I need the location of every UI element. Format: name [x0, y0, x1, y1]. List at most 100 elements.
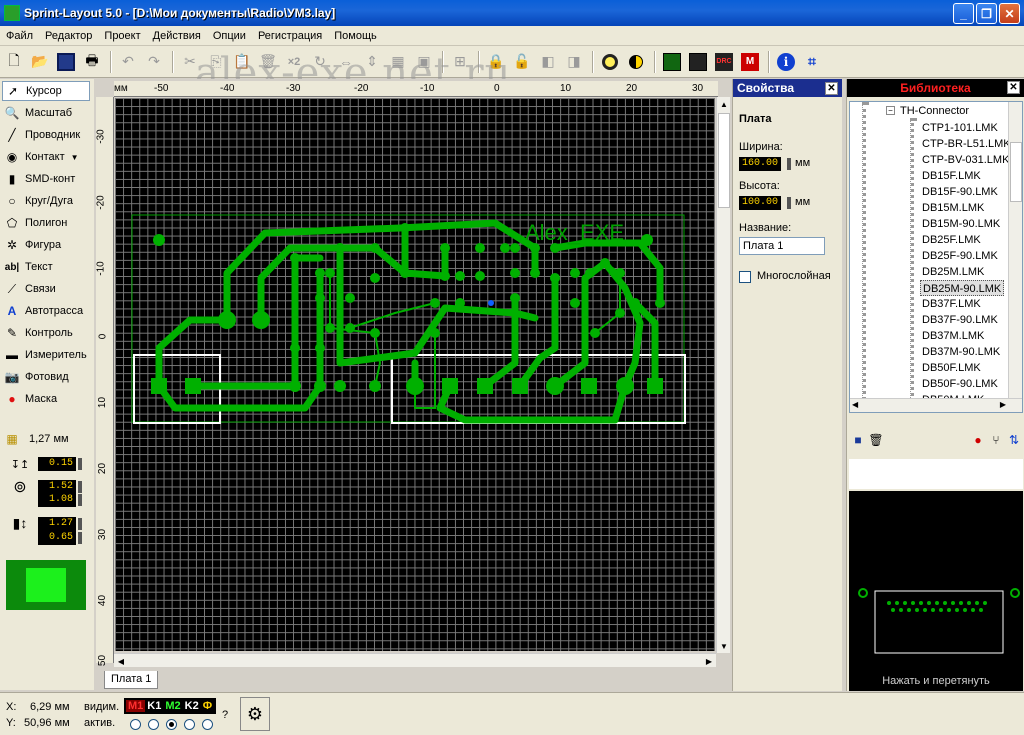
tree-vertical-scrollbar[interactable]: [1008, 102, 1022, 398]
active-layer-m2-radio[interactable]: [166, 719, 177, 730]
refresh-icon[interactable]: ⇅: [1005, 431, 1023, 449]
component-preview[interactable]: Нажать и перетянуть: [849, 491, 1023, 691]
close-button[interactable]: ✕: [999, 3, 1020, 24]
maximize-button[interactable]: ❐: [976, 3, 997, 24]
list-item[interactable]: DB37M.LMK: [920, 328, 986, 344]
close-icon[interactable]: ✕: [1007, 81, 1020, 94]
print-icon[interactable]: 🖶: [80, 50, 104, 74]
open-folder-icon[interactable]: 📂: [28, 50, 52, 74]
list-item[interactable]: DB15F.LMK: [920, 168, 983, 184]
menu-registration[interactable]: Регистрация: [252, 30, 328, 42]
trash-icon[interactable]: 🗑: [867, 431, 885, 449]
tab-board-1[interactable]: Плата 1: [104, 671, 159, 689]
info-icon[interactable]: i: [774, 50, 798, 74]
minimize-button[interactable]: _: [953, 3, 974, 24]
tool-text[interactable]: ab| Текст: [2, 257, 90, 277]
autoroute-tool-icon[interactable]: [660, 50, 684, 74]
list-item[interactable]: DB15M.LMK: [920, 200, 986, 216]
macro-icon[interactable]: M: [738, 50, 762, 74]
scroll-down-icon[interactable]: ▼: [717, 639, 731, 653]
layer-k1-toggle[interactable]: K1: [145, 700, 163, 712]
mirror-v-icon[interactable]: ⇕: [360, 50, 384, 74]
scroll-left-icon[interactable]: ◀: [114, 654, 128, 668]
test-icon[interactable]: [686, 50, 710, 74]
branch-icon[interactable]: ⑂: [987, 431, 1005, 449]
smd-width-value[interactable]: 1.27: [38, 516, 76, 531]
view-icon[interactable]: [624, 50, 648, 74]
vertical-scrollbar[interactable]: ▲ ▼: [716, 97, 730, 653]
menu-project[interactable]: Проект: [98, 30, 146, 42]
active-layer-f-radio[interactable]: [202, 719, 213, 730]
board-width-input[interactable]: 160.00: [739, 157, 781, 171]
active-layer-k1-radio[interactable]: [148, 719, 159, 730]
tool-mask[interactable]: ● Маска: [2, 389, 90, 409]
scroll-up-icon[interactable]: ▲: [717, 97, 731, 111]
list-item[interactable]: DB25F.LMK: [920, 232, 983, 248]
undo-icon[interactable]: ↶: [116, 50, 140, 74]
show-icon[interactable]: ◨: [562, 50, 586, 74]
board-height-input[interactable]: 100.00: [739, 196, 781, 210]
tool-pad[interactable]: ◉ Контакт ▼: [2, 147, 90, 167]
list-item[interactable]: DB15M-90.LMK: [920, 216, 1002, 232]
tool-circle[interactable]: ○ Круг/Дуга: [2, 191, 90, 211]
pad-inner-value[interactable]: 1.08: [38, 493, 76, 507]
list-item[interactable]: DB50F-90.LMK: [920, 376, 1000, 392]
crop-icon[interactable]: ⌗: [800, 50, 824, 74]
list-item[interactable]: DB25F-90.LMK: [920, 248, 1000, 264]
copy-icon[interactable]: ⎘: [204, 50, 228, 74]
cut-icon[interactable]: ✂: [178, 50, 202, 74]
tool-shape[interactable]: ✲ Фигура: [2, 235, 90, 255]
list-item[interactable]: DB50F.LMK: [920, 360, 983, 376]
tool-autoroute[interactable]: A Автотрасса: [2, 301, 90, 321]
help-marker[interactable]: ?: [222, 709, 228, 721]
connector-tool-icon[interactable]: ⚙: [240, 697, 270, 731]
tool-smd[interactable]: ▮ SMD-конт: [2, 169, 90, 189]
active-layer-k2-radio[interactable]: [184, 719, 195, 730]
close-icon[interactable]: ✕: [825, 81, 838, 95]
grid-size[interactable]: ▦ 1,27 мм: [2, 429, 90, 449]
pad-outer-value[interactable]: 1.52: [38, 480, 76, 494]
list-item-selected[interactable]: DB25M-90.LMK: [920, 280, 1005, 296]
tool-polygon[interactable]: ⬠ Полигон: [2, 213, 90, 233]
save-icon[interactable]: [54, 50, 78, 74]
menu-options[interactable]: Опции: [207, 30, 252, 42]
menu-edit[interactable]: Редактор: [39, 30, 98, 42]
zoom-icon[interactable]: [598, 50, 622, 74]
tool-check[interactable]: ✎ Контроль: [2, 323, 90, 343]
new-file-icon[interactable]: 🗋: [2, 50, 26, 74]
drc-icon[interactable]: DRC: [712, 50, 736, 74]
list-item[interactable]: CTP1-101.LMK: [920, 120, 1000, 136]
component-icon[interactable]: ⊞: [448, 50, 472, 74]
tool-connections[interactable]: ⟋ Связи: [2, 279, 90, 299]
redo-icon[interactable]: ↷: [142, 50, 166, 74]
board-name-input[interactable]: Плата 1: [739, 237, 825, 255]
duplicate-icon[interactable]: ×2: [282, 50, 306, 74]
vertical-scroll-thumb[interactable]: [718, 113, 730, 208]
list-item[interactable]: DB25M.LMK: [920, 264, 986, 280]
track-width-value[interactable]: 0.15: [38, 457, 76, 471]
hide-icon[interactable]: ◧: [536, 50, 560, 74]
tree-horizontal-scrollbar[interactable]: ◀ ▶: [850, 398, 1022, 412]
group-icon[interactable]: ▣: [412, 50, 436, 74]
delete-icon[interactable]: 🗑: [256, 50, 280, 74]
multilayer-checkbox[interactable]: [739, 271, 751, 283]
tree-folder-th-connector[interactable]: TH-Connector: [900, 104, 969, 118]
list-item[interactable]: CTP-BV-031.LMK: [920, 152, 1011, 168]
align-icon[interactable]: ▦: [386, 50, 410, 74]
unlock-icon[interactable]: 🔓: [510, 50, 534, 74]
smd-height-value[interactable]: 0.65: [38, 531, 76, 545]
paste-icon[interactable]: 📋: [230, 50, 254, 74]
list-item[interactable]: DB37M-90.LMK: [920, 344, 1002, 360]
menu-help[interactable]: Помощь: [328, 30, 383, 42]
list-item[interactable]: DB37F.LMK: [920, 296, 983, 312]
save-icon[interactable]: ■: [849, 431, 867, 449]
rotate-icon[interactable]: ↻: [308, 50, 332, 74]
tool-cursor[interactable]: ➚ Курсор: [2, 81, 90, 101]
horizontal-scrollbar[interactable]: ◀ ▶: [114, 653, 716, 667]
layer-m2-toggle[interactable]: M2: [163, 700, 182, 712]
layer-m1-toggle[interactable]: M1: [126, 700, 146, 712]
list-item[interactable]: DB15F-90.LMK: [920, 184, 1000, 200]
menu-file[interactable]: Файл: [0, 30, 39, 42]
menu-actions[interactable]: Действия: [147, 30, 207, 42]
tool-track[interactable]: ╱ Проводник: [2, 125, 90, 145]
